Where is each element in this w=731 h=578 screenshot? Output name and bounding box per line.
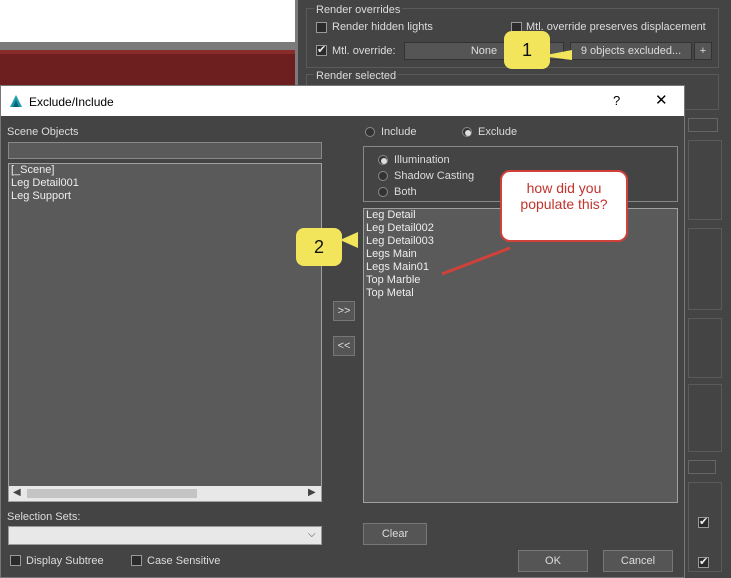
speech-pointer [441,246,511,276]
callout2-pointer [340,232,358,248]
annotation-arrows [340,50,572,276]
speech-bubble: how did you populate this? [500,170,628,242]
callout-1: 1 [504,31,550,69]
callout-2: 2 [296,228,342,266]
